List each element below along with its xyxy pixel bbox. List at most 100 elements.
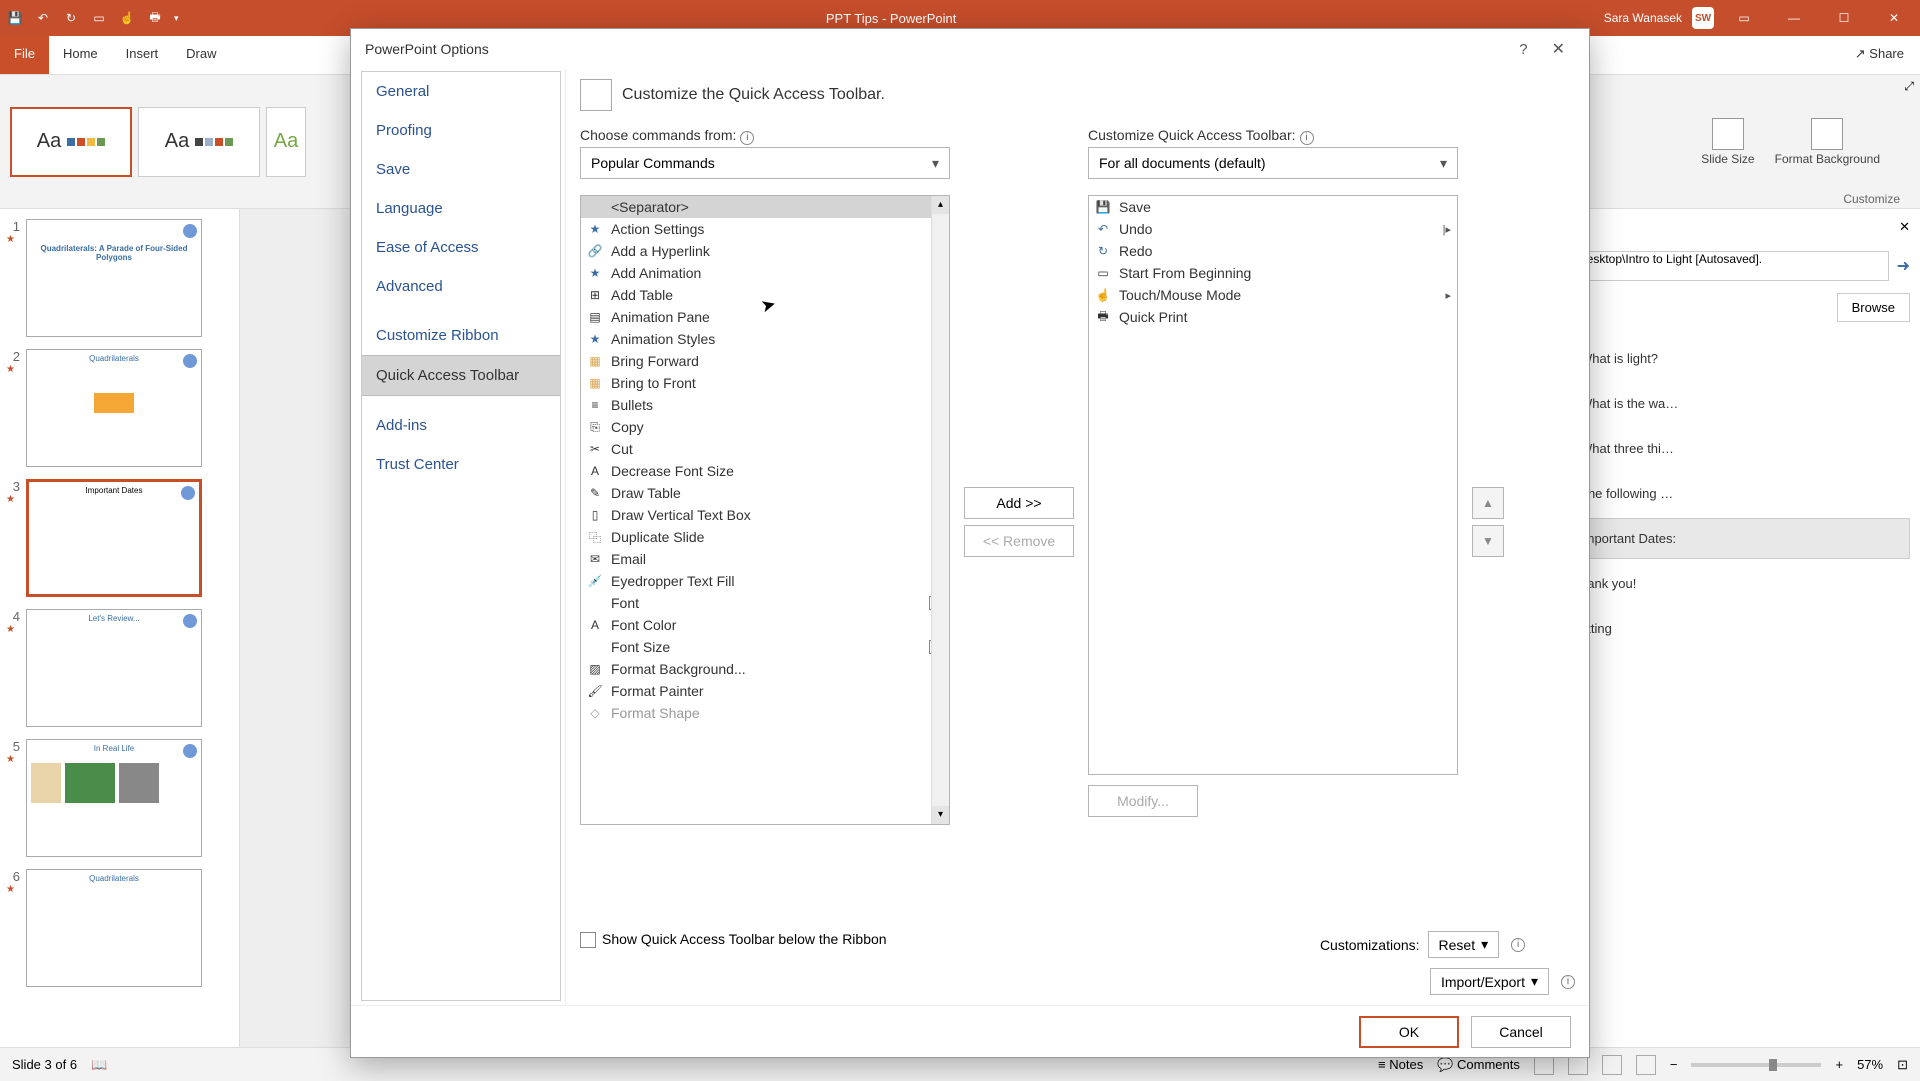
- browse-button[interactable]: Browse: [1837, 293, 1910, 322]
- move-down-button[interactable]: ▼: [1472, 525, 1504, 557]
- command-item[interactable]: ▦Bring Forward: [581, 350, 949, 372]
- print-icon[interactable]: 🖶: [146, 9, 164, 27]
- slide-thumb-3[interactable]: Important Dates: [26, 479, 202, 597]
- filepath-dropdown[interactable]: Desktop\Intro to Light [Autosaved].: [1571, 251, 1889, 281]
- modify-button[interactable]: Modify...: [1088, 785, 1198, 817]
- go-arrow-icon[interactable]: ➜: [1897, 256, 1910, 276]
- sidebar-item-language[interactable]: Language: [362, 189, 560, 228]
- info-icon[interactable]: i: [1561, 975, 1575, 989]
- show-below-checkbox[interactable]: Show Quick Access Toolbar below the Ribb…: [580, 931, 887, 948]
- slideshow-view-icon[interactable]: [1636, 1055, 1656, 1075]
- slide-thumb-2[interactable]: Quadrilaterals: [26, 349, 202, 467]
- tab-insert[interactable]: Insert: [112, 36, 173, 74]
- slide-thumb-1[interactable]: Quadrilaterals: A Parade of Four-Sided P…: [26, 219, 202, 337]
- user-avatar[interactable]: SW: [1692, 7, 1714, 29]
- ribbon-display-icon[interactable]: ▭: [1724, 0, 1764, 36]
- reuse-slide-item[interactable]: The following …: [1571, 473, 1910, 514]
- current-qat-list[interactable]: 💾Save ↶Undo|▸ ↻Redo ▭Start From Beginnin…: [1088, 195, 1458, 775]
- command-item[interactable]: 🔗Add a Hyperlink: [581, 240, 949, 262]
- command-item[interactable]: ✎Draw Table: [581, 482, 949, 504]
- sidebar-item-qat[interactable]: Quick Access Toolbar: [362, 355, 560, 396]
- command-item[interactable]: AFont Color|▸: [581, 614, 949, 636]
- reuse-slide-item[interactable]: What is light?: [1571, 338, 1910, 379]
- qat-item[interactable]: 💾Save: [1089, 196, 1457, 218]
- sidebar-item-general[interactable]: General: [362, 72, 560, 111]
- command-item[interactable]: 🖌Format Painter: [581, 680, 949, 702]
- reuse-slide-item[interactable]: Important Dates:: [1571, 518, 1910, 559]
- slide-thumb-4[interactable]: Let's Review...: [26, 609, 202, 727]
- ok-button[interactable]: OK: [1359, 1016, 1459, 1048]
- theme-variant-3[interactable]: Aa: [266, 107, 306, 177]
- remove-button[interactable]: << Remove: [964, 525, 1074, 557]
- qat-scope-dropdown[interactable]: For all documents (default): [1088, 147, 1458, 179]
- command-separator[interactable]: <Separator>: [581, 196, 949, 218]
- sidebar-item-proofing[interactable]: Proofing: [362, 111, 560, 150]
- zoom-out-icon[interactable]: −: [1670, 1057, 1678, 1072]
- sidebar-item-save[interactable]: Save: [362, 150, 560, 189]
- qat-item[interactable]: ↻Redo: [1089, 240, 1457, 262]
- slide-thumb-5[interactable]: In Real Life: [26, 739, 202, 857]
- qat-item[interactable]: ▭Start From Beginning: [1089, 262, 1457, 284]
- command-item[interactable]: ★Action Settings: [581, 218, 949, 240]
- commands-from-dropdown[interactable]: Popular Commands: [580, 147, 950, 179]
- info-icon[interactable]: i: [1511, 938, 1525, 952]
- sidebar-item-addins[interactable]: Add-ins: [362, 406, 560, 445]
- move-up-button[interactable]: ▲: [1472, 487, 1504, 519]
- import-export-button[interactable]: Import/Export ▾: [1430, 968, 1549, 995]
- reuse-slide-item[interactable]: hank you!: [1571, 563, 1910, 604]
- command-item[interactable]: ✉Email: [581, 548, 949, 570]
- qat-item[interactable]: ☝Touch/Mouse Mode▸: [1089, 284, 1457, 306]
- reuse-slide-item[interactable]: What is the wa…: [1571, 383, 1910, 424]
- close-panel-icon[interactable]: ✕: [1899, 219, 1910, 235]
- command-item[interactable]: ✂Cut: [581, 438, 949, 460]
- command-item[interactable]: 💉Eyedropper Text Fill: [581, 570, 949, 592]
- sidebar-item-trust[interactable]: Trust Center: [362, 445, 560, 484]
- slide-thumb-6[interactable]: Quadrilaterals: [26, 869, 202, 987]
- command-item[interactable]: ⿻Duplicate Slide: [581, 526, 949, 548]
- scroll-down-icon[interactable]: ▾: [932, 806, 949, 824]
- close-dialog-icon[interactable]: ✕: [1542, 39, 1575, 59]
- scroll-up-icon[interactable]: ▴: [932, 196, 949, 214]
- reuse-slide-item[interactable]: atting: [1571, 608, 1910, 649]
- command-item[interactable]: FontI: [581, 592, 949, 614]
- sidebar-item-ease[interactable]: Ease of Access: [362, 228, 560, 267]
- sidebar-item-advanced[interactable]: Advanced: [362, 267, 560, 306]
- slide-size-button[interactable]: Slide Size: [1701, 118, 1754, 166]
- add-button[interactable]: Add >>: [964, 487, 1074, 519]
- cancel-button[interactable]: Cancel: [1471, 1016, 1571, 1048]
- minimize-icon[interactable]: —: [1774, 0, 1814, 36]
- redo-icon[interactable]: ↻: [62, 9, 80, 27]
- fit-window-icon[interactable]: ⊡: [1897, 1057, 1908, 1073]
- qat-item[interactable]: ↶Undo|▸: [1089, 218, 1457, 240]
- touch-icon[interactable]: ☝: [118, 9, 136, 27]
- slide-counter[interactable]: Slide 3 of 6: [12, 1057, 77, 1072]
- command-item[interactable]: ◇Format Shape: [581, 702, 949, 724]
- command-item[interactable]: ⊞Add Table▸: [581, 284, 949, 306]
- command-item[interactable]: ▨Format Background...: [581, 658, 949, 680]
- qat-item[interactable]: 🖶Quick Print: [1089, 306, 1457, 328]
- theme-variant-2[interactable]: Aa: [138, 107, 260, 177]
- command-item[interactable]: ▦Bring to Front: [581, 372, 949, 394]
- tab-home[interactable]: Home: [49, 36, 112, 74]
- collapse-ribbon-icon[interactable]: ⤢: [1904, 79, 1914, 94]
- reading-view-icon[interactable]: [1602, 1055, 1622, 1075]
- zoom-in-icon[interactable]: +: [1835, 1057, 1843, 1072]
- tab-file[interactable]: File: [0, 36, 49, 74]
- undo-icon[interactable]: ↶: [34, 9, 52, 27]
- info-icon[interactable]: i: [1300, 131, 1314, 145]
- zoom-level[interactable]: 57%: [1857, 1057, 1883, 1072]
- zoom-slider[interactable]: [1691, 1063, 1821, 1067]
- command-item[interactable]: ≡Bullets|▸: [581, 394, 949, 416]
- spellcheck-icon[interactable]: 📖: [91, 1057, 107, 1073]
- share-button[interactable]: ↗ Share: [1839, 36, 1920, 72]
- command-item[interactable]: Font SizeI: [581, 636, 949, 658]
- reuse-slide-item[interactable]: What three thi…: [1571, 428, 1910, 469]
- help-icon[interactable]: ?: [1505, 41, 1541, 58]
- scrollbar[interactable]: ▴ ▾: [931, 196, 949, 824]
- command-item[interactable]: ADecrease Font Size: [581, 460, 949, 482]
- format-background-button[interactable]: Format Background: [1775, 118, 1880, 166]
- command-item[interactable]: ⎘Copy: [581, 416, 949, 438]
- sidebar-item-ribbon[interactable]: Customize Ribbon: [362, 316, 560, 355]
- maximize-icon[interactable]: ☐: [1824, 0, 1864, 36]
- command-item[interactable]: ★Animation Styles▸: [581, 328, 949, 350]
